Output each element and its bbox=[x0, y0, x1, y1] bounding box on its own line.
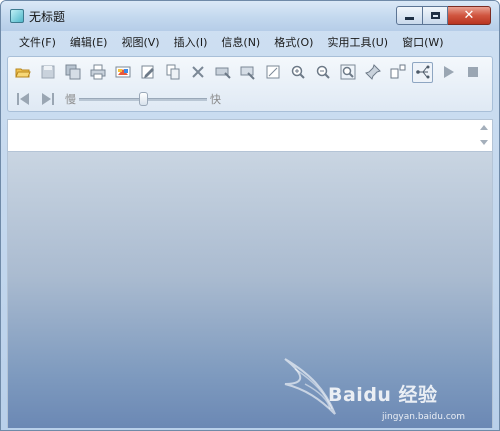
maximize-icon bbox=[430, 12, 440, 19]
open-folder-icon bbox=[14, 68, 31, 78]
frame-icon bbox=[266, 65, 279, 79]
pin-button[interactable] bbox=[362, 62, 383, 83]
baidu-watermark: Baidu 经验 jingyan.baidu.com bbox=[280, 354, 480, 424]
speed-slow-label: 慢 bbox=[65, 93, 76, 106]
scroll-up-icon[interactable] bbox=[480, 125, 488, 130]
menu-insert[interactable]: 插入(I) bbox=[168, 32, 214, 52]
play-icon bbox=[443, 66, 454, 78]
skip-end-icon bbox=[41, 93, 54, 105]
menu-utilities[interactable]: 实用工具(U) bbox=[321, 32, 394, 52]
menu-info[interactable]: 信息(N) bbox=[215, 32, 266, 52]
skip-start-icon bbox=[16, 93, 29, 105]
save-all-icon bbox=[65, 64, 80, 80]
play-button[interactable] bbox=[437, 62, 458, 83]
properties-icon bbox=[240, 66, 255, 80]
menu-format[interactable]: 格式(O) bbox=[268, 32, 319, 52]
stop-icon bbox=[467, 67, 478, 77]
erase-button[interactable] bbox=[212, 62, 233, 83]
print-button[interactable] bbox=[87, 62, 108, 83]
connect-icon bbox=[415, 65, 429, 79]
copy-button[interactable] bbox=[162, 62, 183, 83]
toolbar: 慢 快 bbox=[7, 56, 493, 112]
align-icon bbox=[390, 64, 405, 79]
toolbar-row-playback: 慢 快 bbox=[12, 88, 224, 110]
zoom-out-button[interactable] bbox=[312, 62, 333, 83]
erase-icon bbox=[215, 67, 231, 79]
watermark-brand: Baidu 经验 bbox=[328, 384, 438, 406]
window-title: 无标题 bbox=[29, 10, 66, 24]
delete-button[interactable] bbox=[187, 62, 208, 83]
minimize-button[interactable] bbox=[396, 6, 423, 25]
caption-buttons: ✕ bbox=[396, 6, 491, 25]
color-icon bbox=[115, 66, 130, 78]
print-icon bbox=[90, 64, 105, 80]
zoom-in-button[interactable] bbox=[287, 62, 308, 83]
watermark-url: jingyan.baidu.com bbox=[382, 412, 466, 422]
app-icon[interactable] bbox=[10, 9, 24, 23]
menu-bar: 文件(F) 编辑(E) 视图(V) 插入(I) 信息(N) 格式(O) 实用工具… bbox=[1, 31, 499, 53]
speed-fast-label: 快 bbox=[210, 93, 221, 106]
align-button[interactable] bbox=[387, 62, 408, 83]
zoom-fit-icon bbox=[340, 64, 355, 80]
menu-file[interactable]: 文件(F) bbox=[13, 32, 62, 52]
edit-icon bbox=[141, 65, 154, 79]
skip-start-button[interactable] bbox=[12, 89, 33, 110]
zoom-out-icon bbox=[316, 65, 330, 79]
title-bar[interactable]: 无标题 ✕ bbox=[1, 1, 499, 31]
connect-button[interactable] bbox=[412, 61, 433, 83]
frame-button[interactable] bbox=[262, 62, 283, 83]
save-button[interactable] bbox=[37, 62, 58, 83]
close-button[interactable]: ✕ bbox=[448, 6, 491, 25]
save-icon bbox=[41, 65, 54, 79]
message-textbox[interactable] bbox=[7, 119, 493, 152]
scroll-down-icon[interactable] bbox=[480, 140, 488, 145]
copy-icon bbox=[166, 64, 179, 80]
edit-button[interactable] bbox=[137, 62, 158, 83]
close-icon: ✕ bbox=[463, 8, 475, 23]
zoom-in-icon bbox=[291, 65, 305, 79]
pin-icon bbox=[364, 64, 381, 80]
speed-slider-thumb[interactable] bbox=[139, 92, 148, 106]
menu-view[interactable]: 视图(V) bbox=[115, 32, 165, 52]
maximize-button[interactable] bbox=[423, 6, 448, 25]
menu-window[interactable]: 窗口(W) bbox=[396, 32, 449, 52]
menu-edit[interactable]: 编辑(E) bbox=[64, 32, 114, 52]
textbox-scrollbar[interactable] bbox=[479, 122, 490, 149]
minimize-icon bbox=[405, 17, 414, 20]
save-all-button[interactable] bbox=[62, 62, 83, 83]
speed-slider[interactable] bbox=[79, 89, 207, 109]
color-button[interactable] bbox=[112, 62, 133, 83]
skip-end-button[interactable] bbox=[37, 89, 58, 110]
stop-button[interactable] bbox=[462, 62, 483, 83]
open-button[interactable] bbox=[12, 62, 33, 83]
toolbar-row-main bbox=[12, 61, 487, 83]
properties-button[interactable] bbox=[237, 62, 258, 83]
zoom-fit-button[interactable] bbox=[337, 62, 358, 83]
delete-icon bbox=[191, 66, 204, 78]
